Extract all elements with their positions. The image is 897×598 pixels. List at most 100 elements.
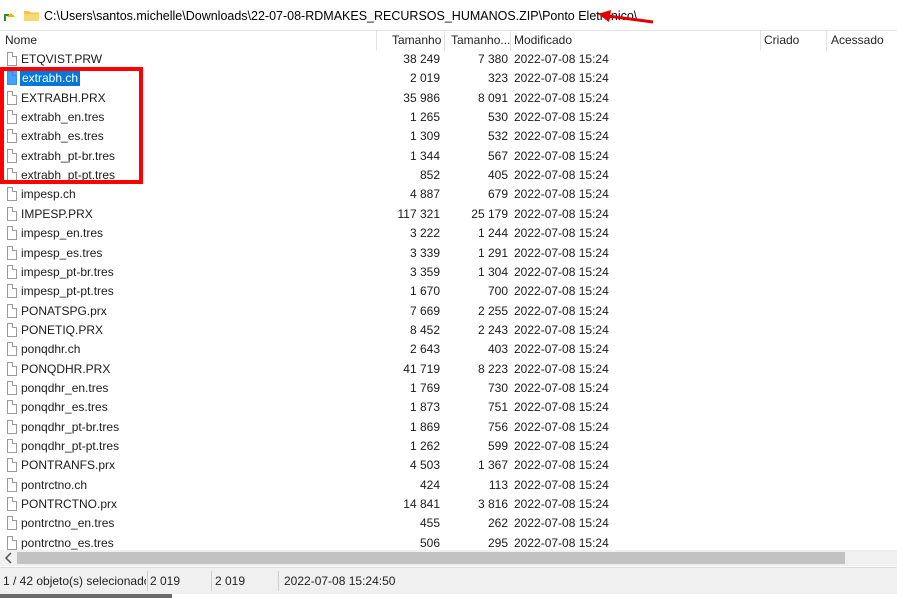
file-row[interactable]: pontrctno_en.tres 455 262 2022-07-08 15:24 — [0, 514, 897, 533]
file-modified: 2022-07-08 15:24 — [514, 52, 609, 66]
file-name[interactable]: PONTRCTNO.prx — [21, 497, 117, 512]
file-name[interactable]: impesp_en.tres — [21, 226, 103, 241]
scrollbar-thumb[interactable] — [17, 552, 845, 564]
file-packed-size: 1 367 — [477, 458, 508, 472]
file-modified: 2022-07-08 15:24 — [514, 246, 609, 260]
file-packed-size: 751 — [487, 400, 508, 414]
file-row[interactable]: PONQDHR.PRX 41 719 8 223 2022-07-08 15:24 — [0, 360, 897, 379]
file-modified: 2022-07-08 15:24 — [514, 420, 609, 434]
file-name[interactable]: PONTRANFS.prx — [21, 458, 115, 473]
file-packed-size: 679 — [487, 187, 508, 201]
file-row[interactable]: PONETIQ.PRX 8 452 2 243 2022-07-08 15:24 — [0, 321, 897, 340]
file-packed-size: 8 223 — [477, 362, 508, 376]
file-name[interactable]: ETQVIST.PRW — [21, 52, 102, 67]
file-row[interactable]: impesp_es.tres 3 339 1 291 2022-07-08 15:24 — [0, 244, 897, 263]
file-size: 1 309 — [409, 129, 440, 143]
file-size: 3 222 — [409, 226, 440, 240]
file-name[interactable]: IMPESP.PRX — [21, 207, 93, 222]
file-size: 41 719 — [403, 362, 440, 376]
column-header: Nome Tamanho Tamanho... Modificado Criad… — [0, 31, 897, 51]
column-size[interactable]: Tamanho — [392, 31, 441, 51]
file-name[interactable]: impesp_pt-pt.tres — [21, 284, 114, 299]
address-bar: C:\Users\santos.michelle\Downloads\22-07… — [0, 0, 897, 31]
file-row[interactable]: PONTRANFS.prx 4 503 1 367 2022-07-08 15:24 — [0, 456, 897, 475]
file-row[interactable]: ponqdhr_en.tres 1 769 730 2022-07-08 15:24 — [0, 379, 897, 398]
column-modified[interactable]: Modificado — [514, 31, 572, 51]
status-divider — [147, 571, 148, 591]
file-packed-size: 7 380 — [477, 52, 508, 66]
scroll-left-icon[interactable] — [4, 552, 14, 564]
column-divider[interactable] — [376, 31, 377, 51]
column-accessed[interactable]: Acessado — [831, 31, 884, 51]
file-modified: 2022-07-08 15:24 — [514, 168, 609, 182]
file-packed-size: 262 — [487, 516, 508, 530]
file-modified: 2022-07-08 15:24 — [514, 207, 609, 221]
file-size: 8 452 — [409, 323, 440, 337]
red-arrow-annotation — [598, 10, 654, 24]
file-packed-size: 756 — [487, 420, 508, 434]
file-size: 1 869 — [409, 420, 440, 434]
file-name[interactable]: ponqdhr_en.tres — [21, 381, 108, 396]
status-packed-size: 2 019 — [215, 574, 246, 588]
column-divider[interactable] — [760, 31, 761, 51]
file-row[interactable]: impesp.ch 4 887 679 2022-07-08 15:24 — [0, 185, 897, 204]
file-name[interactable]: pontrctno_es.tres — [21, 536, 114, 550]
status-divider — [211, 571, 212, 591]
file-name[interactable]: PONATSPG.prx — [21, 304, 107, 319]
file-row[interactable]: ponqdhr_es.tres 1 873 751 2022-07-08 15:24 — [0, 398, 897, 417]
file-row[interactable]: PONTRCTNO.prx 14 841 3 816 2022-07-08 15:24 — [0, 495, 897, 514]
file-packed-size: 700 — [487, 284, 508, 298]
file-size: 4 503 — [409, 458, 440, 472]
file-row[interactable]: ponqdhr_pt-br.tres 1 869 756 2022-07-08 15:… — [0, 418, 897, 437]
file-packed-size: 2 243 — [477, 323, 508, 337]
file-row[interactable]: impesp_pt-br.tres 3 359 1 304 2022-07-08 15… — [0, 263, 897, 282]
file-name[interactable]: impesp.ch — [21, 187, 76, 202]
file-row[interactable]: ponqdhr_pt-pt.tres 1 262 599 2022-07-08 15:… — [0, 437, 897, 456]
file-name[interactable]: pontrctno.ch — [21, 478, 87, 493]
file-icon — [7, 400, 17, 414]
file-name[interactable]: pontrctno_en.tres — [21, 516, 114, 531]
file-size: 3 339 — [409, 246, 440, 260]
file-row[interactable]: ponqdhr.ch 2 643 403 2022-07-08 15:24 — [0, 340, 897, 359]
file-name[interactable]: ponqdhr_pt-pt.tres — [21, 439, 119, 454]
file-icon — [7, 187, 17, 201]
file-name[interactable]: ponqdhr.ch — [21, 342, 80, 357]
file-size: 424 — [419, 478, 440, 492]
file-row[interactable]: pontrctno.ch 424 113 2022-07-08 15:24 — [0, 476, 897, 495]
file-size: 7 669 — [409, 304, 440, 318]
file-name[interactable]: PONETIQ.PRX — [21, 323, 103, 338]
file-name[interactable]: ponqdhr_pt-br.tres — [21, 420, 119, 435]
file-name[interactable]: ponqdhr_es.tres — [21, 400, 108, 415]
file-packed-size: 1 291 — [477, 246, 508, 260]
column-name[interactable]: Nome — [5, 31, 37, 51]
file-packed-size: 403 — [487, 342, 508, 356]
horizontal-scrollbar[interactable] — [0, 550, 897, 566]
column-divider[interactable] — [444, 31, 445, 51]
file-modified: 2022-07-08 15:24 — [514, 149, 609, 163]
file-row[interactable]: IMPESP.PRX 117 321 25 179 2022-07-08 15:24 — [0, 205, 897, 224]
column-divider[interactable] — [510, 31, 511, 51]
file-icon — [7, 284, 17, 298]
column-packed-size[interactable]: Tamanho... — [451, 31, 510, 51]
file-name[interactable]: impesp_pt-br.tres — [21, 265, 114, 280]
file-row[interactable]: pontrctno_es.tres 506 295 2022-07-08 15:24 — [0, 534, 897, 550]
file-size: 455 — [419, 516, 440, 530]
file-packed-size: 3 816 — [477, 497, 508, 511]
file-name[interactable]: PONQDHR.PRX — [21, 362, 110, 377]
file-row[interactable]: impesp_en.tres 3 222 1 244 2022-07-08 15:24 — [0, 224, 897, 243]
column-divider[interactable] — [826, 31, 827, 51]
file-packed-size: 599 — [487, 439, 508, 453]
file-size: 506 — [419, 536, 440, 550]
file-row[interactable]: impesp_pt-pt.tres 1 670 700 2022-07-08 15:2… — [0, 282, 897, 301]
file-icon — [7, 516, 17, 530]
address-path[interactable]: C:\Users\santos.michelle\Downloads\22-07… — [44, 9, 637, 23]
file-packed-size: 295 — [487, 536, 508, 550]
file-icon — [7, 304, 17, 318]
column-created[interactable]: Criado — [764, 31, 799, 51]
file-modified: 2022-07-08 15:24 — [514, 110, 609, 124]
file-row[interactable]: PONATSPG.prx 7 669 2 255 2022-07-08 15:24 — [0, 302, 897, 321]
file-packed-size: 2 255 — [477, 304, 508, 318]
file-name[interactable]: impesp_es.tres — [21, 246, 102, 261]
file-packed-size: 113 — [488, 478, 508, 492]
folder-up-icon[interactable] — [3, 9, 15, 22]
